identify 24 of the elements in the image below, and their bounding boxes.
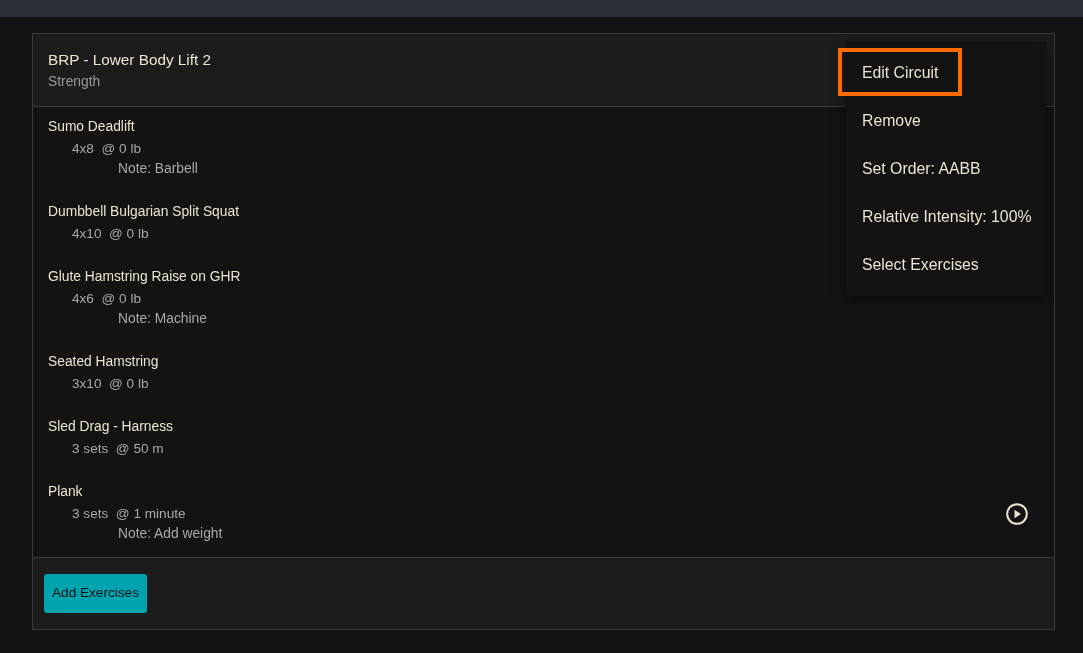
circuit-category: Strength bbox=[48, 73, 101, 91]
exercise-prescription: 4x6 @ 0 lb bbox=[72, 290, 141, 308]
exercise-name: Glute Hamstring Raise on GHR bbox=[48, 268, 241, 286]
exercise-prescription: 3 sets @ 50 m bbox=[72, 440, 164, 458]
exercise-prescription: 4x8 @ 0 lb bbox=[72, 140, 141, 158]
menu-item[interactable]: Select Exercises bbox=[846, 241, 1046, 289]
exercise-name: Sled Drag - Harness bbox=[48, 418, 173, 436]
menu-item[interactable]: Set Order: AABB bbox=[846, 145, 1046, 193]
exercise-note: Note: Add weight bbox=[118, 525, 223, 543]
menu-item[interactable]: Edit Circuit bbox=[846, 49, 1046, 97]
exercise-name: Plank bbox=[48, 483, 83, 501]
exercise-prescription: 4x10 @ 0 lb bbox=[72, 225, 149, 243]
exercise-prescription: 3 sets @ 1 minute bbox=[72, 505, 186, 523]
exercise-prescription: 3x10 @ 0 lb bbox=[72, 375, 149, 393]
exercise-name: Sumo Deadlift bbox=[48, 118, 135, 136]
exercise-note: Note: Machine bbox=[118, 310, 207, 328]
menu-item[interactable]: Relative Intensity: 100% bbox=[846, 193, 1046, 241]
exercise-name: Dumbbell Bulgarian Split Squat bbox=[48, 203, 239, 221]
play-icon[interactable] bbox=[1006, 503, 1028, 525]
circuit-title: BRP - Lower Body Lift 2 bbox=[48, 50, 211, 70]
add-exercises-button[interactable]: Add Exercises bbox=[44, 574, 147, 613]
exercise-name: Seated Hamstring bbox=[48, 353, 159, 371]
exercise-note: Note: Barbell bbox=[118, 160, 198, 178]
menu-item[interactable]: Remove bbox=[846, 97, 1046, 145]
